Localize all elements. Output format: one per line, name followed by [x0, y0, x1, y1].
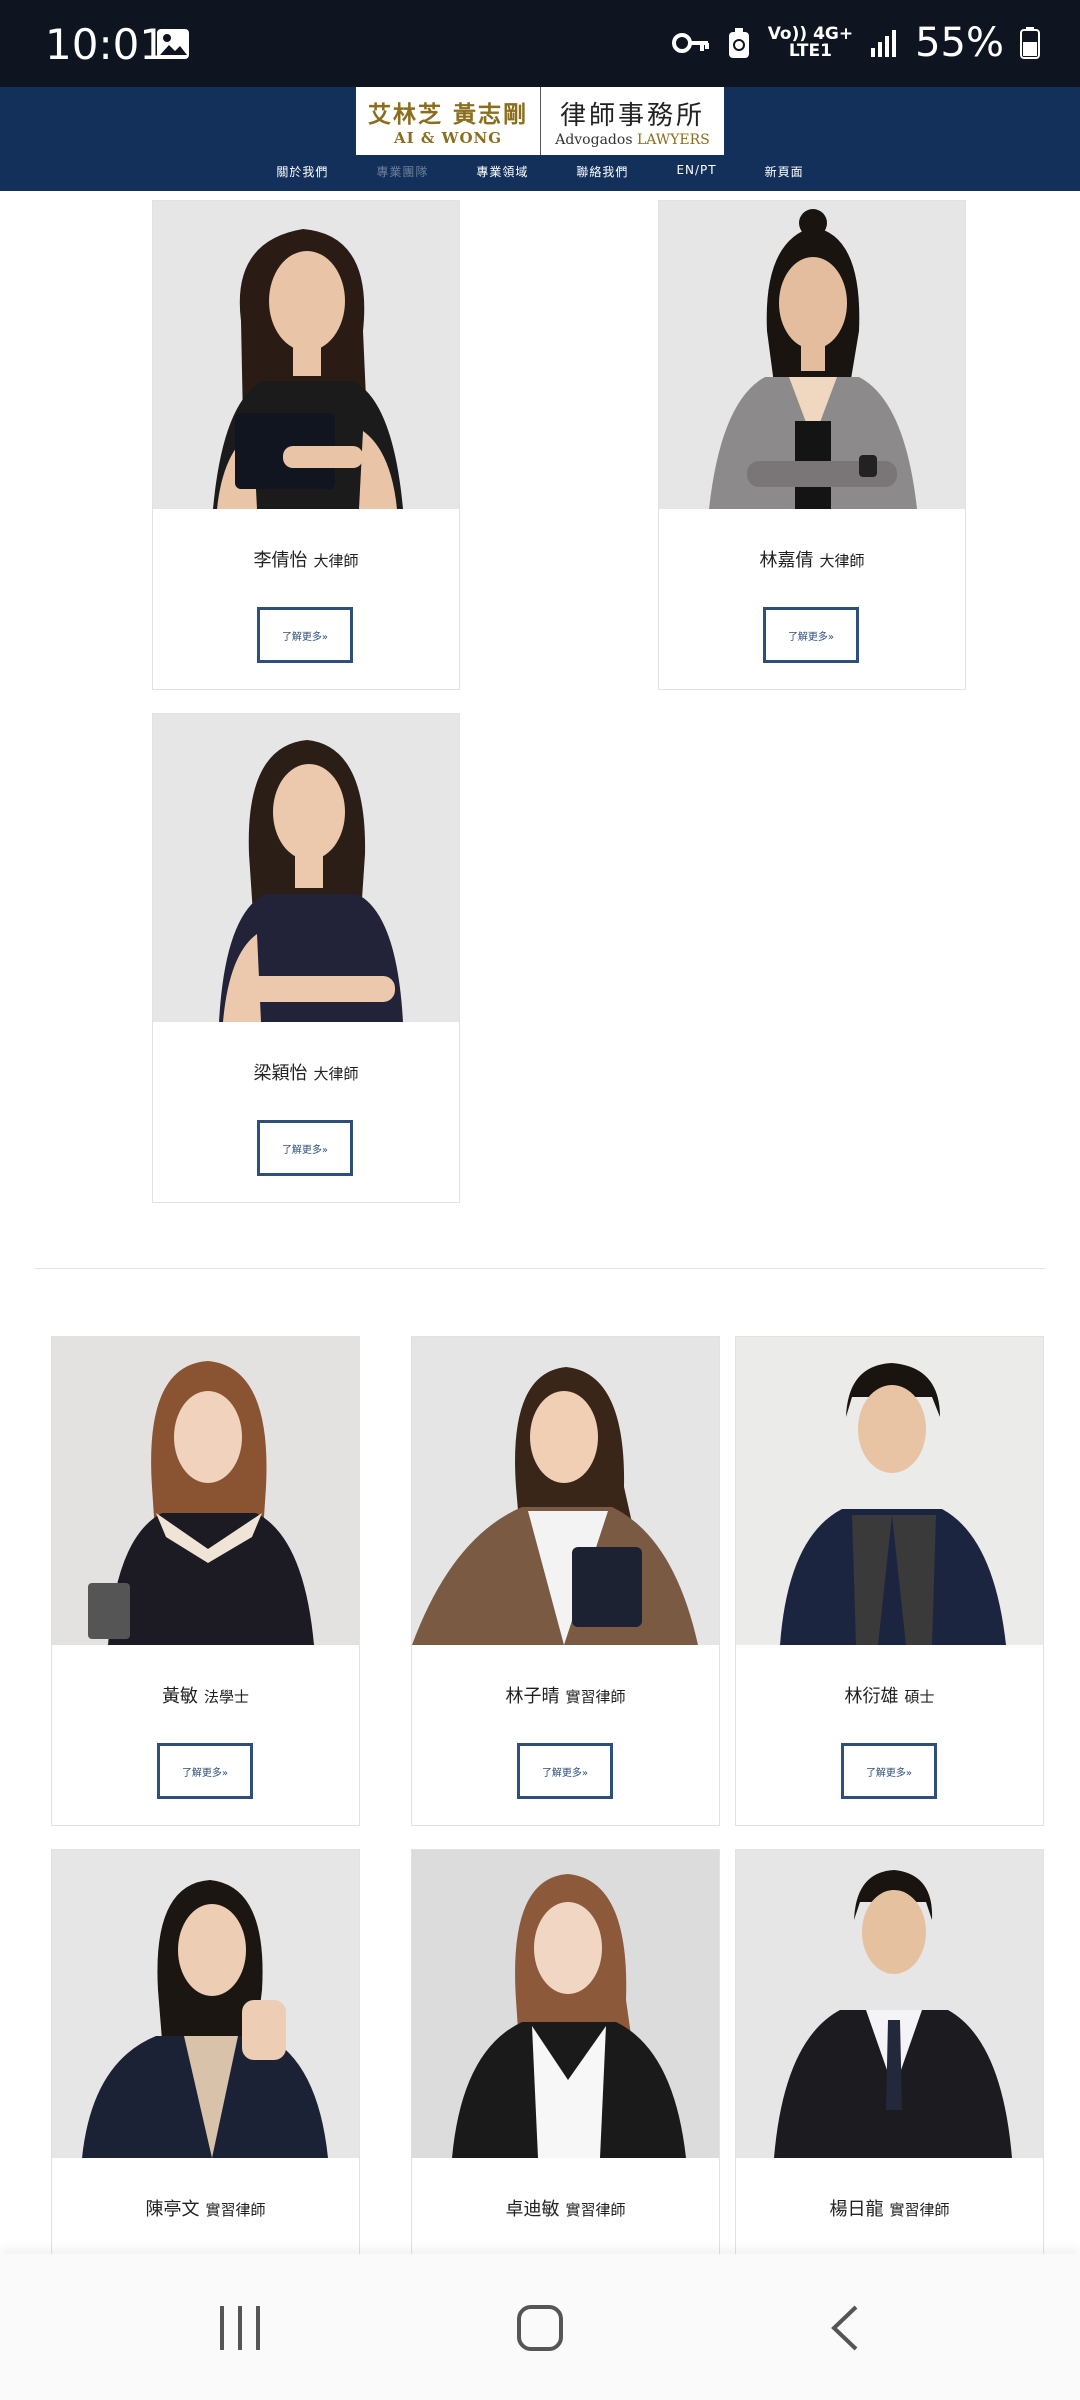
- logo-firm-name: 律師事務所: [559, 100, 705, 131]
- learn-more-button[interactable]: 了解更多»: [257, 1120, 353, 1176]
- lawyer-card: 林嘉倩 大律師 了解更多»: [658, 200, 966, 690]
- site-header: 艾林芝 黃志剛 AI & WONG 律師事務所 Advogados LAWYER…: [0, 87, 1080, 191]
- nav-language[interactable]: EN/PT: [676, 163, 716, 180]
- nav-practice-areas[interactable]: 專業領域: [476, 163, 528, 180]
- section-divider: [34, 1268, 1046, 1269]
- nav-about[interactable]: 關於我們: [276, 163, 328, 180]
- lawyer-photo: [153, 714, 459, 1022]
- team-card: 林衍雄 碩士 了解更多»: [735, 1336, 1044, 1826]
- lawyer-photo: [153, 201, 459, 509]
- lawyer-card: 李倩怡 大律師 了解更多»: [152, 200, 460, 690]
- team-member-name: 黃敏 法學士: [161, 1686, 249, 1707]
- nav-new-page[interactable]: 新頁面: [765, 163, 804, 180]
- team-photo: [412, 1337, 719, 1645]
- logo-english-name: AI & WONG: [393, 129, 503, 147]
- lawyer-name: 李倩怡 大律師: [253, 550, 359, 571]
- team-member-name: 卓迪敏 實習律師: [505, 2199, 626, 2220]
- team-card: 林子晴 實習律師 了解更多»: [411, 1336, 720, 1826]
- back-icon[interactable]: [826, 2304, 866, 2352]
- learn-more-button[interactable]: 了解更多»: [841, 1743, 937, 1799]
- vpn-key-icon: [671, 33, 709, 53]
- data-saver-icon: [728, 28, 749, 58]
- status-bar: 10:01 Vo)) 4G+ LTE1 55%: [0, 0, 1080, 87]
- learn-more-button[interactable]: 了解更多»: [763, 607, 859, 663]
- nav-team[interactable]: 專業團隊: [376, 163, 428, 180]
- network-indicator: Vo)) 4G+ LTE1: [767, 24, 854, 61]
- learn-more-button[interactable]: 了解更多»: [157, 1743, 253, 1799]
- recent-apps-icon[interactable]: [216, 2304, 264, 2352]
- team-photo: [52, 1850, 359, 2158]
- team-photo: [52, 1337, 359, 1645]
- logo-tagline: Advogados LAWYERS: [555, 131, 710, 148]
- team-member-name: 楊日龍 實習律師: [829, 2199, 950, 2220]
- team-member-name: 林衍雄 碩士: [844, 1686, 935, 1707]
- nav-contact[interactable]: 聯絡我們: [576, 163, 628, 180]
- lawyer-photo: [659, 201, 965, 509]
- learn-more-button[interactable]: 了解更多»: [517, 1743, 613, 1799]
- team-card: 黃敏 法學士 了解更多»: [51, 1336, 360, 1826]
- system-nav-bar: [0, 2254, 1080, 2400]
- lawyer-name: 梁穎怡 大律師: [253, 1063, 359, 1084]
- signal-icon: [871, 30, 897, 57]
- main-nav: 關於我們 專業團隊 專業領域 聯絡我們 EN/PT 新頁面: [0, 163, 1080, 180]
- team-photo: [412, 1850, 719, 2158]
- lawyer-name: 林嘉倩 大律師: [759, 550, 865, 571]
- status-time: 10:01: [45, 20, 167, 69]
- learn-more-button[interactable]: 了解更多»: [257, 607, 353, 663]
- home-icon[interactable]: [516, 2304, 564, 2352]
- team-member-name: 林子晴 實習律師: [505, 1686, 626, 1707]
- battery-percent: 55%: [915, 20, 1004, 66]
- team-photo: [736, 1337, 1043, 1645]
- gallery-icon: [157, 29, 189, 59]
- team-photo: [736, 1850, 1043, 2158]
- logo-chinese-name: 艾林芝 黃志剛: [367, 101, 528, 128]
- lawyer-card: 梁穎怡 大律師 了解更多»: [152, 713, 460, 1203]
- battery-icon: [1020, 27, 1040, 59]
- site-logo[interactable]: 艾林芝 黃志剛 AI & WONG 律師事務所 Advogados LAWYER…: [356, 87, 724, 155]
- team-member-name: 陳亭文 實習律師: [145, 2199, 266, 2220]
